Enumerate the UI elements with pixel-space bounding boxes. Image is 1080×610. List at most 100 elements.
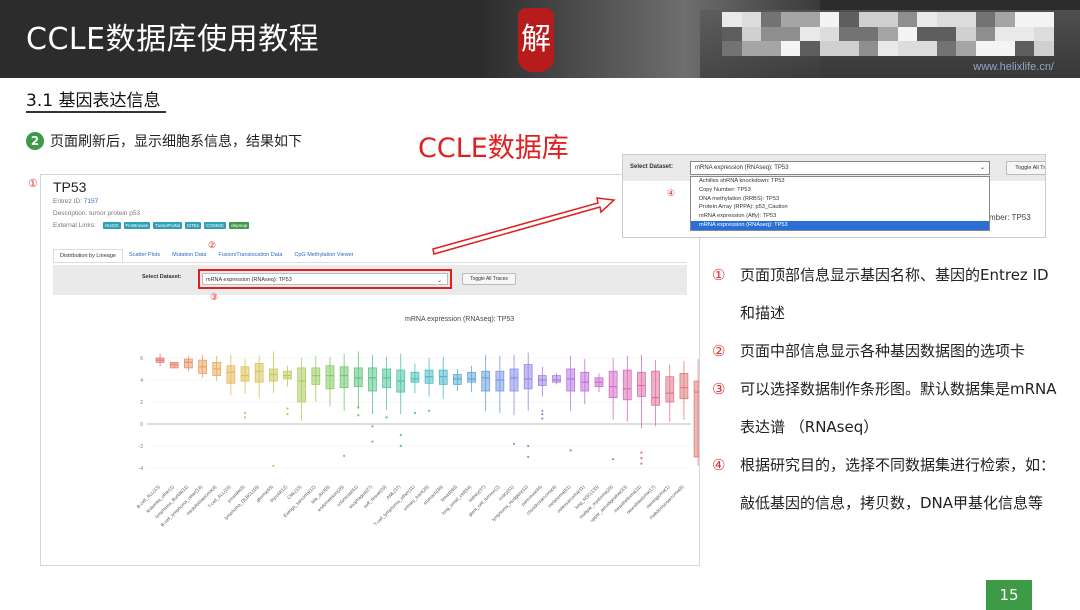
- outlier-point: [286, 407, 289, 410]
- y-tick-label: -2: [139, 444, 144, 450]
- toggle-traces-button[interactable]: Toggle All Traces: [462, 273, 516, 285]
- ext-link[interactable]: TumorPortal: [153, 222, 182, 229]
- mosaic-cell: [722, 41, 742, 56]
- mosaic-cell: [936, 26, 957, 42]
- box: [467, 371, 476, 383]
- step-text: 页面刷新后，显示细胞系信息，结果如下: [50, 134, 302, 150]
- outlier-point: [343, 454, 346, 457]
- mosaic-cell: [839, 26, 859, 42]
- box: [325, 365, 335, 390]
- mosaic-cell: [878, 12, 898, 27]
- dataset-option[interactable]: Achilles shRNA knockdown: TP53: [691, 177, 989, 186]
- box: [368, 367, 377, 392]
- select-dataset-label: Select Dataset:: [142, 274, 182, 280]
- mosaic-cell: [917, 26, 937, 42]
- outlier-point: [243, 416, 247, 419]
- mosaic-cell: [839, 12, 859, 27]
- dataset-option-selected[interactable]: mRNA expression (RNAseq): TP53: [691, 220, 989, 230]
- mosaic-cell: [936, 41, 957, 56]
- dataset-option[interactable]: Copy Number: TP53: [691, 186, 989, 195]
- mosaic-cell: [800, 41, 820, 56]
- dropdown-select-value: mRNA expression (RNAseq): TP53: [695, 165, 789, 171]
- slide-title: CCLE数据库使用教程: [26, 22, 320, 57]
- dropdown-select[interactable]: mRNA expression (RNAseq): TP53 ⌄: [690, 161, 990, 175]
- mosaic-cell: [956, 41, 976, 56]
- tab-distribution[interactable]: Distribution by Lineage: [53, 249, 123, 262]
- note-text: 页面中部信息显示各种基因数据图的选项卡: [740, 342, 1026, 360]
- mosaic-cell: [780, 26, 801, 42]
- outlier-point: [413, 411, 417, 415]
- dataset-option[interactable]: mRNA expression (Affy): TP53: [691, 212, 989, 221]
- mosaic-cell: [819, 41, 840, 56]
- box: [651, 370, 660, 406]
- mosaic-cell: [878, 41, 898, 56]
- mosaic-cell: [917, 41, 937, 56]
- outlier-point: [399, 444, 402, 448]
- entrez-label: Entrez ID:: [53, 198, 82, 205]
- y-tick-label: 0: [140, 422, 143, 428]
- note-item: ① 页面顶部信息显示基因名称、基因的Entrez ID和描述: [712, 256, 1062, 332]
- tab-fusion[interactable]: Fusion/Translocation Data: [212, 249, 288, 262]
- step-line: 2 页面刷新后，显示细胞系信息，结果如下: [26, 131, 302, 151]
- pixelated-logo: [722, 12, 1054, 56]
- dataset-option[interactable]: DNA methylation (RRBS): TP53: [691, 195, 989, 204]
- boxplot-chart: -4-20246B-cell_ALL(13)leukemia_other(1)l…: [136, 351, 699, 528]
- mosaic-cell: [917, 12, 937, 27]
- note-marker: ①: [712, 266, 726, 284]
- dropdown-toggle-traces-button[interactable]: Toggle All Traces: [1006, 161, 1045, 175]
- mosaic-cell: [897, 12, 918, 27]
- dataset-dropdown-screenshot: Select Dataset: mRNA expression (RNAseq)…: [622, 154, 1046, 238]
- outlier-point: [527, 455, 530, 459]
- dataset-option[interactable]: Protein Array (RPPA): p53_Caution: [691, 203, 989, 212]
- mosaic-cell: [897, 26, 918, 42]
- tab-scatter[interactable]: Scatter Plots: [123, 249, 166, 262]
- marker-4: ④: [667, 189, 676, 199]
- database-title: CCLE数据库: [418, 133, 569, 164]
- outlier-point: [541, 409, 544, 412]
- mosaic-cell: [995, 12, 1015, 27]
- mosaic-cell: [1034, 12, 1054, 27]
- dataset-select[interactable]: mRNA expression (RNAseq): TP53 ⌄: [202, 273, 448, 285]
- ext-link[interactable]: COSMIC: [204, 222, 227, 229]
- mosaic-cell: [722, 26, 742, 42]
- dataset-bar: Select Dataset: mRNA expression (RNAseq)…: [53, 265, 687, 295]
- entrez-line: Entrez ID: 7157: [53, 198, 98, 205]
- ext-link[interactable]: depmap: [229, 222, 250, 229]
- mosaic-cell: [1014, 12, 1035, 27]
- note-marker: ②: [712, 342, 726, 360]
- box: [665, 376, 675, 403]
- ext-link[interactable]: HUGO: [103, 222, 121, 229]
- mosaic-cell: [800, 12, 820, 27]
- entrez-id-link[interactable]: 7157: [84, 198, 98, 205]
- ext-link[interactable]: ISTEx: [184, 222, 202, 229]
- outlier-point: [243, 411, 247, 415]
- outlier-point: [640, 451, 643, 454]
- note-text: 根据研究目的，选择不同数据集进行检索，如：敲低基因的信息，拷贝数，DNA甲基化信…: [740, 456, 1056, 512]
- mosaic-cell: [839, 41, 859, 56]
- ext-link[interactable]: FireBrowse: [123, 222, 151, 229]
- outlier-point: [527, 444, 530, 448]
- mosaic-cell: [956, 12, 976, 27]
- box: [226, 365, 236, 384]
- mosaic-cell: [858, 41, 879, 56]
- mosaic-cell: [722, 12, 742, 27]
- note-item: ② 页面中部信息显示各种基因数据图的选项卡: [712, 332, 1062, 370]
- box: [552, 375, 561, 383]
- plot-title: mRNA expression (RNAseq): TP53: [405, 316, 515, 323]
- mosaic-cell: [975, 41, 996, 56]
- tab-mutation[interactable]: Mutation Data: [166, 249, 212, 262]
- note-text: 页面顶部信息显示基因名称、基因的Entrez ID和描述: [740, 266, 1049, 322]
- mosaic-cell: [975, 26, 996, 42]
- tab-cpg[interactable]: CpG Methylation Viewer: [288, 249, 359, 262]
- mosaic-cell: [780, 41, 801, 56]
- outlier-point: [640, 457, 643, 460]
- header-bar: CCLE数据库使用教程 解 www.helixlife.cn/: [0, 0, 1080, 78]
- mosaic-cell: [897, 41, 918, 56]
- dataset-options-list: Achilles shRNA knockdown: TP53 Copy Numb…: [690, 176, 990, 231]
- y-tick-label: 2: [140, 400, 143, 406]
- outlier-point: [357, 414, 360, 417]
- gene-symbol: TP53: [53, 179, 87, 195]
- outlier-point: [371, 440, 374, 443]
- mosaic-cell: [819, 26, 840, 42]
- step-number-badge: 2: [26, 132, 44, 150]
